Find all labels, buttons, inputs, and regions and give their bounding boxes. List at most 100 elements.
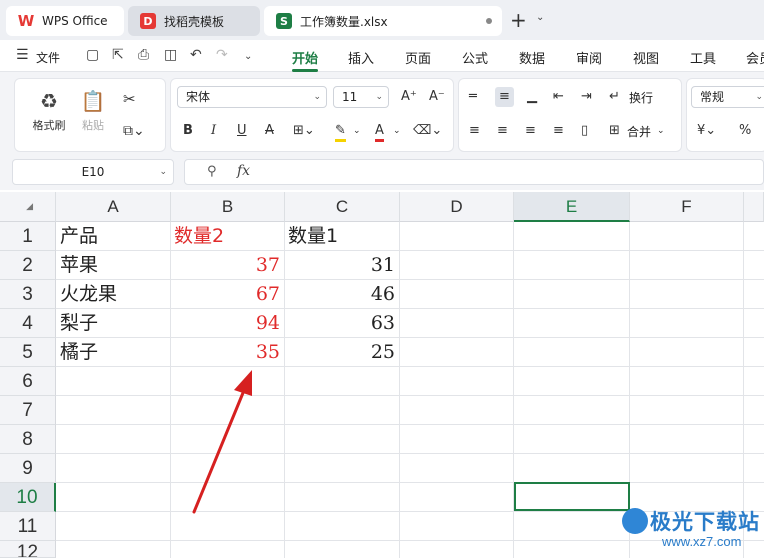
merge-cells-button[interactable]: 合并 (627, 123, 651, 140)
formula-input[interactable]: ⚲ fx (184, 159, 764, 185)
row-header-8[interactable]: 8 (0, 425, 56, 454)
tab-docer-templates[interactable]: D 找稻壳模板 (128, 6, 260, 36)
increase-font-icon[interactable]: A⁺ (401, 89, 417, 105)
cell-b4[interactable]: 94 (170, 309, 284, 338)
tab-home[interactable]: 开始 (292, 48, 318, 67)
cell-b1[interactable]: 数量2 (170, 222, 284, 251)
row-header-1[interactable]: 1 (0, 222, 56, 251)
cell-c4[interactable]: 63 (284, 309, 399, 338)
cell-b3[interactable]: 67 (170, 280, 284, 309)
cell-c3[interactable]: 46 (284, 280, 399, 309)
tab-view[interactable]: 视图 (633, 48, 659, 67)
font-size-select[interactable]: 11 ⌄ (333, 86, 389, 108)
row-header-4[interactable]: 4 (0, 309, 56, 338)
column-header-d[interactable]: D (400, 192, 514, 222)
active-cell-e10[interactable] (514, 482, 630, 511)
cut-icon[interactable]: ✂ (123, 91, 136, 107)
row-header-5[interactable]: 5 (0, 338, 56, 367)
cell-c5[interactable]: 25 (284, 338, 399, 367)
align-middle-icon[interactable]: ≡ (495, 87, 514, 107)
cell-a4[interactable]: 梨子 (56, 309, 170, 338)
cell-b5[interactable]: 35 (170, 338, 284, 367)
border-icon[interactable]: ⊞⌄ (293, 123, 315, 139)
underline-icon[interactable]: U (237, 123, 247, 139)
strikethrough-icon[interactable]: A (265, 123, 274, 139)
row-header-10[interactable]: 10 (0, 483, 56, 512)
column-header-c[interactable]: C (285, 192, 400, 222)
justify-icon[interactable]: ≡ (553, 123, 564, 139)
tab-review[interactable]: 审阅 (576, 48, 602, 67)
merge-cells-icon[interactable]: ⊞ (609, 123, 620, 139)
percent-icon[interactable]: % (739, 123, 751, 139)
tab-member[interactable]: 会员 (746, 48, 764, 67)
chevron-down-icon[interactable]: ⌄ (393, 123, 401, 139)
chevron-down-icon[interactable]: ⌄ (657, 123, 665, 139)
font-color-icon[interactable]: A (375, 123, 384, 142)
chevron-down-icon[interactable]: ⌄ (353, 123, 361, 139)
undo-icon[interactable]: ↶ (190, 47, 202, 63)
align-right-icon[interactable]: ≡ (525, 123, 536, 139)
italic-icon[interactable]: I (211, 123, 216, 139)
number-format-select[interactable]: 常规 ⌄ (691, 86, 764, 108)
clear-format-icon[interactable]: ⌫⌄ (413, 123, 442, 139)
cell-a3[interactable]: 火龙果 (56, 280, 170, 309)
column-header-a[interactable]: A (56, 192, 171, 222)
export-icon[interactable]: ⇱ (112, 47, 124, 63)
cell-a1[interactable]: 产品 (56, 222, 170, 251)
tab-insert[interactable]: 插入 (348, 48, 374, 67)
cell-a2[interactable]: 苹果 (56, 251, 170, 280)
redo-icon[interactable]: ↷ (216, 47, 228, 63)
tab-data[interactable]: 数据 (519, 48, 545, 67)
align-center-icon[interactable]: ≡ (497, 123, 508, 139)
align-bottom-icon[interactable]: ▁ (527, 89, 537, 105)
file-menu[interactable]: 文件 (36, 49, 60, 66)
print-icon[interactable]: ⎙ (138, 47, 149, 63)
bold-icon[interactable]: B (183, 123, 193, 139)
save-icon[interactable]: ▢ (86, 47, 99, 63)
column-header-b[interactable]: B (171, 192, 285, 222)
wrap-text-icon[interactable]: ↵ (609, 89, 620, 105)
cell-b2[interactable]: 37 (170, 251, 284, 280)
zoom-formula-icon[interactable]: ⚲ (207, 164, 217, 179)
tab-wps-office[interactable]: W WPS Office (6, 6, 124, 36)
increase-indent-icon[interactable]: ⇥ (581, 89, 592, 105)
row-header-6[interactable]: 6 (0, 367, 56, 396)
distributed-icon[interactable]: ▯ (581, 123, 588, 139)
chevron-down-icon[interactable]: ⌄ (244, 51, 252, 62)
print-preview-icon[interactable]: ◫ (164, 47, 177, 63)
row-header-7[interactable]: 7 (0, 396, 56, 425)
align-top-icon[interactable]: ═ (469, 89, 477, 105)
align-left-icon[interactable]: ≡ (469, 123, 480, 139)
paste-button[interactable]: 📋 粘贴 (75, 89, 111, 133)
fill-color-icon[interactable]: ✎ (335, 123, 346, 142)
row-header-12[interactable]: 12 (0, 541, 56, 558)
select-all-corner[interactable]: ◢ (0, 192, 56, 222)
column-header-f[interactable]: F (630, 192, 744, 222)
decrease-font-icon[interactable]: A⁻ (429, 89, 445, 105)
copy-icon[interactable]: ⧉⌄ (123, 123, 145, 139)
fx-icon[interactable]: fx (237, 163, 250, 179)
format-painter-button[interactable]: ♻ 格式刷 (29, 89, 69, 133)
currency-icon[interactable]: ¥⌄ (697, 123, 716, 139)
tab-formulas[interactable]: 公式 (462, 48, 488, 67)
decrease-indent-icon[interactable]: ⇤ (553, 89, 564, 105)
new-tab-plus-icon[interactable]: + (510, 8, 527, 32)
cell-c2[interactable]: 31 (284, 251, 399, 280)
tab-tools[interactable]: 工具 (690, 48, 716, 67)
column-header-g[interactable] (744, 192, 764, 222)
tab-workbook[interactable]: S 工作簿数量.xlsx (264, 6, 502, 36)
hamburger-menu-icon[interactable]: ☰ (16, 47, 29, 63)
row-header-11[interactable]: 11 (0, 512, 56, 541)
name-box[interactable]: E10 ⌄ (12, 159, 174, 185)
tab-page[interactable]: 页面 (405, 48, 431, 67)
wrap-text-button[interactable]: 换行 (629, 89, 653, 106)
chevron-down-icon[interactable]: ⌄ (536, 12, 544, 23)
unsaved-dot-icon[interactable] (486, 18, 492, 24)
column-header-e[interactable]: E (514, 192, 630, 222)
cell-c1[interactable]: 数量1 (284, 222, 399, 251)
row-header-9[interactable]: 9 (0, 454, 56, 483)
font-name-select[interactable]: 宋体 ⌄ (177, 86, 327, 108)
row-header-3[interactable]: 3 (0, 280, 56, 309)
cell-a5[interactable]: 橘子 (56, 338, 170, 367)
row-header-2[interactable]: 2 (0, 251, 56, 280)
